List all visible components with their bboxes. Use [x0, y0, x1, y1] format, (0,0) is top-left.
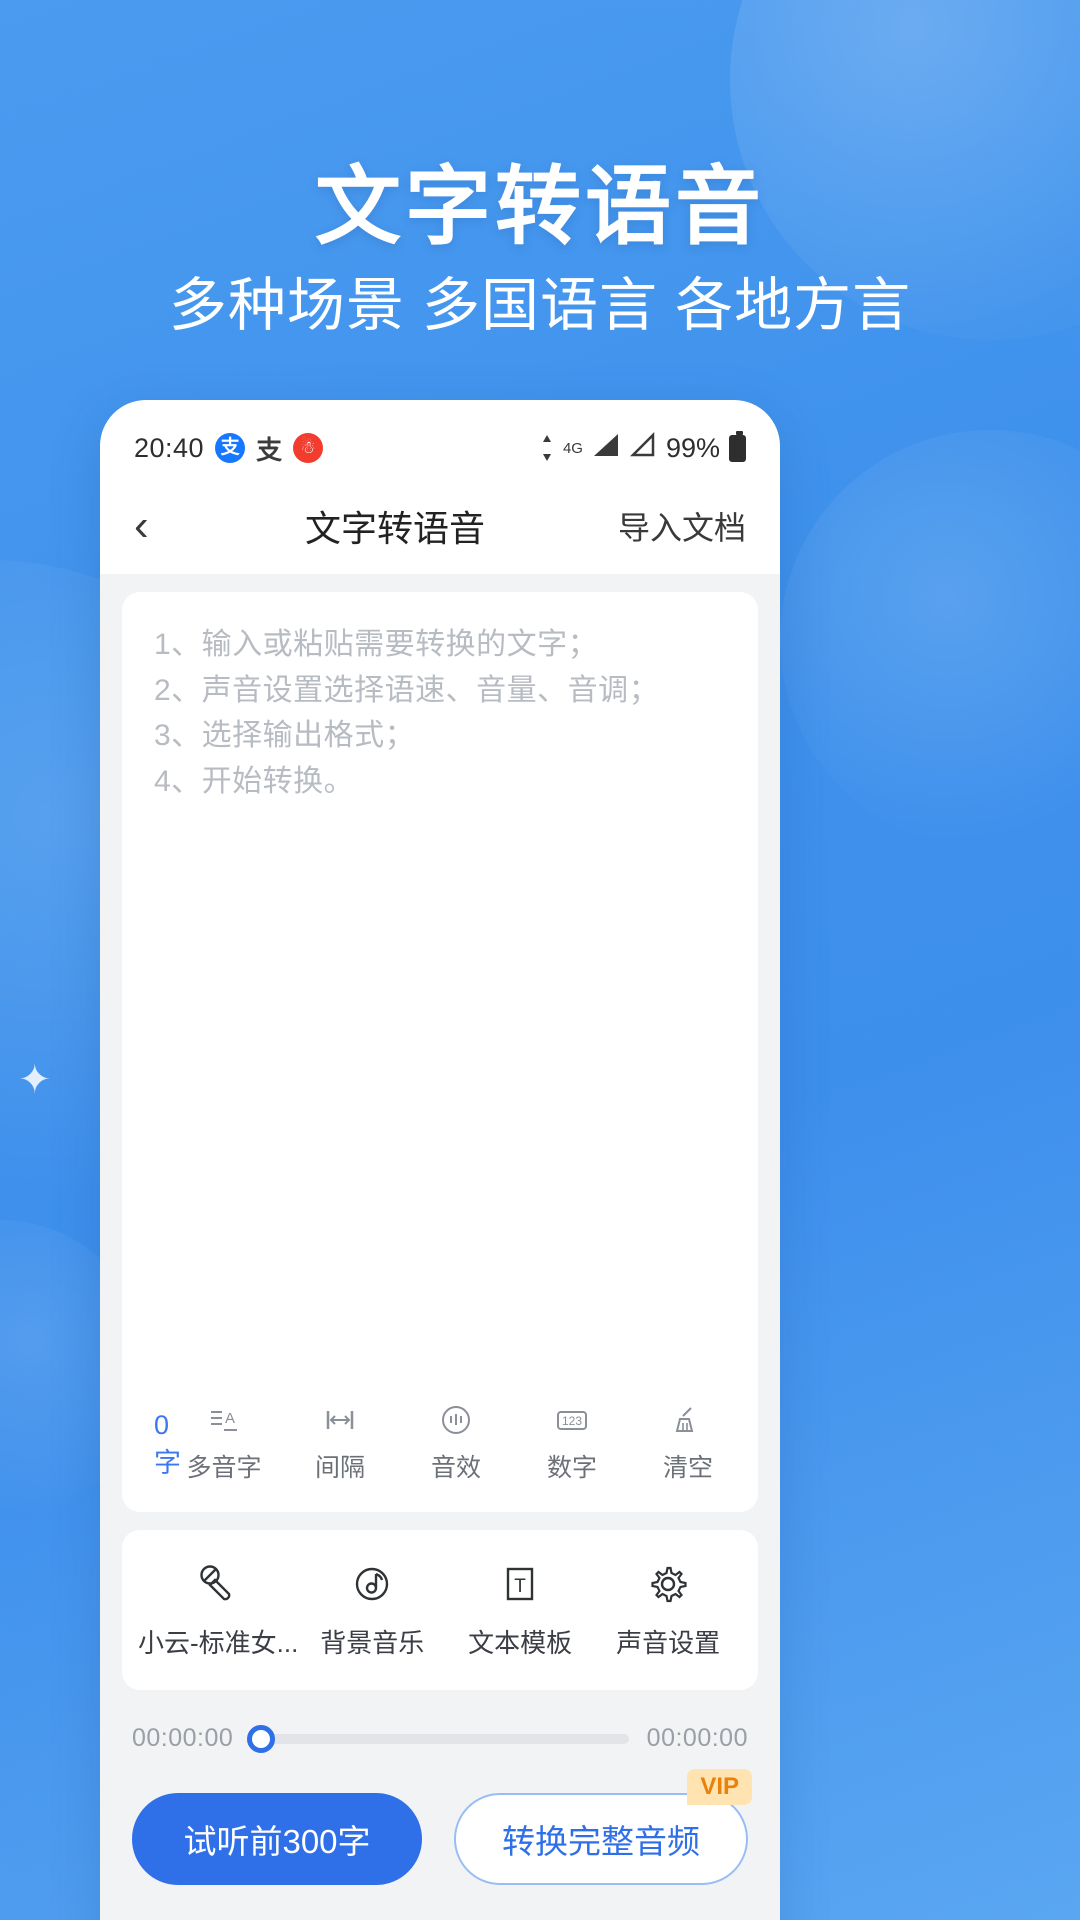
- feature-label: 背景音乐: [320, 1627, 425, 1658]
- placeholder-line: 4、开始转换。: [154, 764, 355, 798]
- back-button[interactable]: ‹: [134, 501, 194, 551]
- app-screen: 1、输入或粘贴需要转换的文字； 2、声音设置选择语速、音量、音调； 3、选择输出…: [100, 574, 780, 1920]
- vip-badge: VIP: [687, 1769, 752, 1805]
- toolbar-item-interval[interactable]: 间隔: [302, 1403, 378, 1484]
- battery-icon: [729, 430, 746, 462]
- preview-button[interactable]: 试听前300字: [132, 1793, 422, 1885]
- promo-title: 文字转语音: [315, 159, 765, 255]
- status-bar: 20:40 支 支 ☃ 4G 99%: [100, 400, 780, 478]
- polyphone-icon: A: [209, 1403, 239, 1437]
- santa-icon: ☃: [293, 433, 324, 463]
- audio-player: 00:00:00 00:00:00: [122, 1690, 758, 1753]
- network-type-label: 4G: [562, 439, 583, 457]
- zhi-icon: 支: [256, 434, 283, 465]
- toolbar-item-number[interactable]: 123 数字: [534, 1403, 610, 1484]
- placeholder-line: 3、选择输出格式；: [154, 719, 416, 753]
- total-time: 00:00:00: [646, 1724, 748, 1752]
- convert-button-label: 转换完整音频: [502, 1823, 700, 1860]
- feature-label: 文本模板: [468, 1627, 573, 1658]
- battery-percent: 99%: [665, 432, 720, 463]
- sound-effect-icon: [440, 1403, 472, 1437]
- feature-row: 小云-标准女... 背景音乐 T 文本模板 声音设置: [122, 1530, 758, 1690]
- background-blob-right: [780, 430, 1080, 850]
- toolbar-label: 音效: [430, 1454, 481, 1482]
- number-icon: 123: [555, 1403, 589, 1437]
- promo-subtitle: 多种场景 多国语言 各地方言: [168, 273, 912, 338]
- toolbar-label: 清空: [662, 1454, 713, 1482]
- current-time: 00:00:00: [132, 1724, 234, 1752]
- editor-toolbar: 0字 A 多音字 间隔 音效 123 数字 清空: [154, 1403, 726, 1512]
- signal-filled-icon: [592, 432, 620, 465]
- feature-item-template[interactable]: T 文本模板: [446, 1561, 594, 1660]
- alipay-icon: 支: [215, 433, 246, 463]
- clear-broom-icon: [673, 1403, 703, 1437]
- svg-text:123: 123: [562, 1414, 582, 1428]
- text-editor-card[interactable]: 1、输入或粘贴需要转换的文字； 2、声音设置选择语速、音量、音调； 3、选择输出…: [122, 592, 758, 1512]
- toolbar-item-clear[interactable]: 清空: [650, 1403, 726, 1484]
- feature-label: 声音设置: [616, 1627, 721, 1658]
- phone-mockup: 20:40 支 支 ☃ 4G 99% ‹ 文字转语音 导入文档 1、输入或粘贴需…: [100, 400, 780, 1920]
- feature-item-voice[interactable]: 小云-标准女...: [138, 1561, 298, 1660]
- svg-text:T: T: [514, 1576, 526, 1597]
- toolbar-label: 多音字: [186, 1454, 262, 1482]
- feature-label: 小云-标准女...: [138, 1627, 299, 1658]
- word-count-label: 0字: [154, 1410, 181, 1478]
- progress-slider[interactable]: [247, 1724, 629, 1753]
- slider-thumb[interactable]: [247, 1724, 276, 1753]
- feature-item-voice-settings[interactable]: 声音设置: [594, 1561, 742, 1660]
- signal-outline-icon: [629, 431, 657, 465]
- page-title: 文字转语音: [304, 508, 485, 549]
- gear-icon: [646, 1561, 690, 1607]
- import-document-button[interactable]: 导入文档: [596, 503, 746, 549]
- status-time: 20:40: [134, 432, 205, 463]
- data-transfer-icon: [540, 435, 554, 461]
- toolbar-label: 数字: [546, 1454, 597, 1482]
- placeholder-line: 2、声音设置选择语速、音量、音调；: [154, 673, 660, 707]
- convert-full-audio-button[interactable]: 转换完整音频 VIP: [454, 1769, 752, 1885]
- bottom-actions: 试听前300字 转换完整音频 VIP: [122, 1753, 758, 1885]
- feature-item-bgm[interactable]: 背景音乐: [298, 1561, 446, 1660]
- microphone-icon: [196, 1561, 240, 1607]
- placeholder-line: 1、输入或粘贴需要转换的文字；: [154, 628, 599, 661]
- sparkle-icon: ✦: [18, 1058, 52, 1102]
- toolbar-item-polyphone[interactable]: A 多音字: [186, 1403, 262, 1484]
- toolbar-item-sound-effect[interactable]: 音效: [418, 1403, 494, 1484]
- text-template-icon: T: [498, 1561, 542, 1607]
- svg-text:A: A: [225, 1410, 235, 1427]
- interval-icon: [324, 1403, 356, 1437]
- app-navbar: ‹ 文字转语音 导入文档: [100, 478, 780, 574]
- music-note-icon: [350, 1561, 394, 1607]
- toolbar-label: 间隔: [314, 1454, 365, 1482]
